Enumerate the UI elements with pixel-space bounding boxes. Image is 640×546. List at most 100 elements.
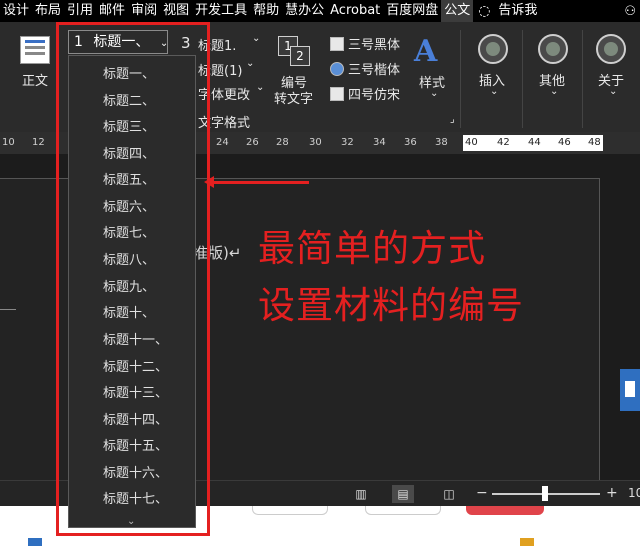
font-change-button[interactable]: 字体更改 [198,84,250,103]
dropdown-item[interactable]: 标题五、 [103,169,155,188]
normal-style-icon[interactable] [20,36,50,64]
menu-bar: 设计 布局 引用 邮件 审阅 视图 开发工具 帮助 慧办公 Acrobat 百度… [0,0,640,22]
side-panel-icon[interactable] [620,369,640,411]
taskbar-icon[interactable] [28,538,42,546]
tab-view[interactable]: 视图 [160,0,192,22]
zoom-out-button[interactable]: − [476,485,488,501]
chevron-down-icon[interactable]: ⌄ [550,86,558,97]
lightbulb-icon[interactable]: ◌ [473,3,495,19]
dropdown-item[interactable]: 标题十二、 [103,356,168,375]
chevron-down-icon[interactable]: ⌄ [252,33,260,44]
heading-level-dropdown[interactable]: 标题一、 标题二、 标题三、 标题四、 标题五、 标题六、 标题七、 标题八、 … [68,55,196,528]
dropdown-item[interactable]: 标题十四、 [103,409,168,428]
ribbon-separator [58,30,59,128]
chevron-down-icon[interactable]: ⌄ [490,86,498,97]
dropdown-item[interactable]: 标题二、 [103,90,155,109]
bottom-button[interactable] [365,506,441,515]
tab-gongwen[interactable]: 公文 [441,0,474,22]
tell-me-search[interactable]: 告诉我 [495,0,540,22]
ruler-tick: 28 [276,137,289,148]
ruler-tick: 48 [588,137,601,148]
read-mode-icon[interactable]: ▥ [350,485,372,503]
ruler-tick: 12 [32,137,45,148]
font-kaiti-button[interactable]: 三号楷体 [330,59,400,78]
bottom-button[interactable] [252,506,328,515]
chevron-down-icon[interactable]: ⌄ [256,82,264,93]
ruler-tick: 46 [558,137,571,148]
dropdown-item[interactable]: 标题十、 [103,302,155,321]
ribbon-separator [522,30,523,128]
ruler-tick: 32 [341,137,354,148]
ruler-tick: 44 [528,137,541,148]
ribbon-separator [582,30,583,128]
scroll-down-icon[interactable]: ⌄ [127,516,135,527]
chevron-down-icon[interactable]: ⌄ [246,58,254,69]
document-text[interactable]: 准版)↵ [193,242,241,263]
dropdown-item[interactable]: 标题七、 [103,222,155,241]
taskbar-icon[interactable] [520,538,534,546]
heading-paren-button[interactable]: 标题(1) [198,60,242,79]
tab-layout[interactable]: 布局 [32,0,64,22]
tab-mailings[interactable]: 邮件 [96,0,128,22]
ribbon-separator [460,30,461,128]
ruler-tick: 10 [2,137,15,148]
zoom-in-button[interactable]: + [606,485,618,501]
tab-references[interactable]: 引用 [64,0,96,22]
tab-design[interactable]: 设计 [0,0,32,22]
ruler-tick: 38 [435,137,448,148]
ruler-tick: 24 [216,137,229,148]
text-format-group-label: 文字格式 [198,116,251,131]
ruler-tick: 34 [373,137,386,148]
font-fangsong-button[interactable]: 四号仿宋 [330,84,400,103]
dropdown-item[interactable]: 标题四、 [103,143,155,162]
tab-baidu-netdisk[interactable]: 百度网盘 [383,0,441,22]
document-icon [330,87,344,101]
bottom-red-button[interactable] [466,506,544,515]
zoom-level[interactable]: 10 [628,486,640,500]
chevron-down-icon[interactable]: ⌄ [430,88,438,99]
dropdown-item[interactable]: 标题十五、 [103,435,168,454]
tab-developer[interactable]: 开发工具 [192,0,250,22]
ruler-tick: 36 [404,137,417,148]
dropdown-item[interactable]: 标题八、 [103,249,155,268]
tab-acrobat[interactable]: Acrobat [327,0,383,22]
dropdown-item[interactable]: 标题三、 [103,116,155,135]
dropdown-item[interactable]: 标题十六、 [103,462,168,481]
dropdown-item[interactable]: 标题一、 [103,63,155,82]
other-icon[interactable] [538,34,568,64]
dropdown-item[interactable]: 标题十七、 [103,488,168,507]
annotation-arrow [204,176,309,188]
normal-style-label[interactable]: 正文 [22,70,48,89]
annotation-line-2: 设置材料的编号 [258,284,524,327]
font-heiti-button[interactable]: 三号黑体 [330,34,400,53]
account-icon[interactable]: ⚇ [624,4,640,19]
web-layout-icon[interactable]: ◫ [438,485,460,503]
dropdown-item[interactable]: 标题十三、 [103,382,168,401]
document-icon [330,37,344,51]
tab-review[interactable]: 审阅 [128,0,160,22]
number-icon-2: 2 [290,46,310,66]
people-icon [330,62,344,76]
tab-help[interactable]: 帮助 [250,0,282,22]
heading-1dot-button[interactable]: 标题1. [198,35,236,54]
tab-huibangong[interactable]: 慧办公 [282,0,327,22]
ruler-tick: 42 [497,137,510,148]
margin-marker [0,309,16,310]
numbering-to-text-line2[interactable]: 转文字 [274,88,313,107]
insert-icon[interactable] [478,34,508,64]
style-a-icon[interactable]: A [414,34,437,69]
dropdown-item[interactable]: 标题九、 [103,276,155,295]
dropdown-item[interactable]: 标题十一、 [103,329,168,348]
ruler-tick: 30 [309,137,322,148]
dialog-launcher-icon[interactable]: ⌟ [450,114,455,125]
print-layout-icon[interactable]: ▤ [392,485,414,503]
heading-style-combo[interactable]: 1 标题一、 ⌄ [68,30,168,54]
ruler-tick: 26 [246,137,259,148]
zoom-slider-thumb[interactable] [542,486,548,501]
ruler-tick: 40 [465,137,478,148]
heading-1dot-number: 3 [181,34,191,52]
dropdown-item[interactable]: 标题六、 [103,196,155,215]
chevron-down-icon[interactable]: ⌄ [609,86,617,97]
about-icon[interactable] [596,34,626,64]
chevron-down-icon[interactable]: ⌄ [160,38,168,49]
